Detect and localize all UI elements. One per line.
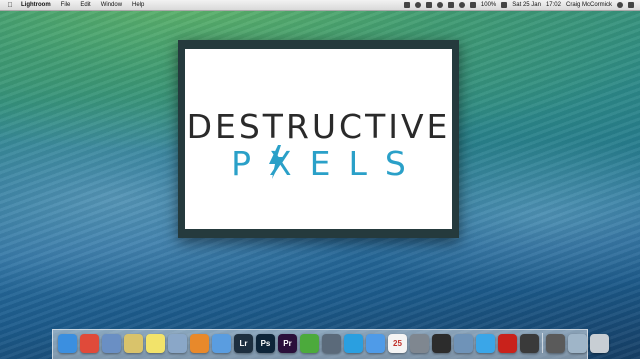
menu-window[interactable]: Window xyxy=(96,2,127,8)
clock-time[interactable]: 17:02 xyxy=(546,2,561,8)
apple-menu-icon[interactable]:  xyxy=(4,2,16,9)
preview-icon[interactable] xyxy=(168,333,187,353)
dock-icons: Lr Ps Pr 25 xyxy=(58,331,609,355)
spotlight-icon[interactable] xyxy=(617,2,623,8)
bluetooth-icon[interactable] xyxy=(447,2,454,8)
notes-icon[interactable] xyxy=(124,333,143,353)
system-prefs-icon[interactable] xyxy=(410,333,429,353)
lightroom-icon[interactable]: Lr xyxy=(234,333,253,353)
ibooks-icon[interactable] xyxy=(190,333,209,353)
battery-percent[interactable]: 100% xyxy=(481,2,496,8)
status-area: 100% Sat 25 Jan 17:02 Craig McCormick xyxy=(403,2,640,8)
premiere-icon[interactable]: Pr xyxy=(278,333,297,353)
script-icon[interactable] xyxy=(546,333,565,353)
calendar-icon[interactable]: 25 xyxy=(388,333,407,353)
menu-file[interactable]: File xyxy=(56,2,76,8)
acrobat-icon[interactable] xyxy=(498,333,517,353)
photos-icon[interactable] xyxy=(520,333,539,353)
activity-monitor-icon[interactable] xyxy=(432,333,451,353)
logo-pixels: PXELS xyxy=(231,144,424,183)
timemachine-icon[interactable] xyxy=(436,2,443,8)
status-app-icon[interactable] xyxy=(403,2,410,8)
downloads-icon[interactable] xyxy=(568,333,587,353)
trash-icon[interactable] xyxy=(590,333,609,353)
onepassword-icon[interactable] xyxy=(454,333,473,353)
lightning-bolt-icon xyxy=(269,145,283,179)
evernote-icon[interactable] xyxy=(300,333,319,353)
notification-center-icon[interactable] xyxy=(628,2,634,8)
lightroom-splash-window: DESTRUCTIVE PXELS xyxy=(178,40,459,238)
volume-icon[interactable] xyxy=(469,2,476,8)
splash-logo-area: DESTRUCTIVE PXELS xyxy=(185,49,452,229)
chrome-icon[interactable] xyxy=(80,333,99,353)
skype-icon[interactable] xyxy=(344,333,363,353)
logo-destructive: DESTRUCTIVE xyxy=(186,107,451,146)
clock-date[interactable]: Sat 25 Jan xyxy=(512,2,541,8)
battery-icon[interactable] xyxy=(501,2,508,8)
photoshop-icon[interactable]: Ps xyxy=(256,333,275,353)
wifi-icon[interactable] xyxy=(458,2,465,8)
dropbox-icon[interactable] xyxy=(414,2,421,8)
menu-help[interactable]: Help xyxy=(127,2,149,8)
itunes-icon[interactable] xyxy=(212,333,231,353)
user-name[interactable]: Craig McCormick xyxy=(566,2,612,8)
display-icon[interactable] xyxy=(425,2,432,8)
mail-icon[interactable] xyxy=(102,333,121,353)
twitter-icon[interactable] xyxy=(476,333,495,353)
messages-icon[interactable] xyxy=(366,333,385,353)
dock-separator xyxy=(542,333,543,353)
menu-app-lightroom[interactable]: Lightroom xyxy=(16,2,56,8)
finder-icon[interactable] xyxy=(58,333,77,353)
menu-bar:  Lightroom File Edit Window Help 100% S… xyxy=(0,0,640,11)
stickies-icon[interactable] xyxy=(146,333,165,353)
menu-edit[interactable]: Edit xyxy=(75,2,95,8)
tools-icon[interactable] xyxy=(322,333,341,353)
